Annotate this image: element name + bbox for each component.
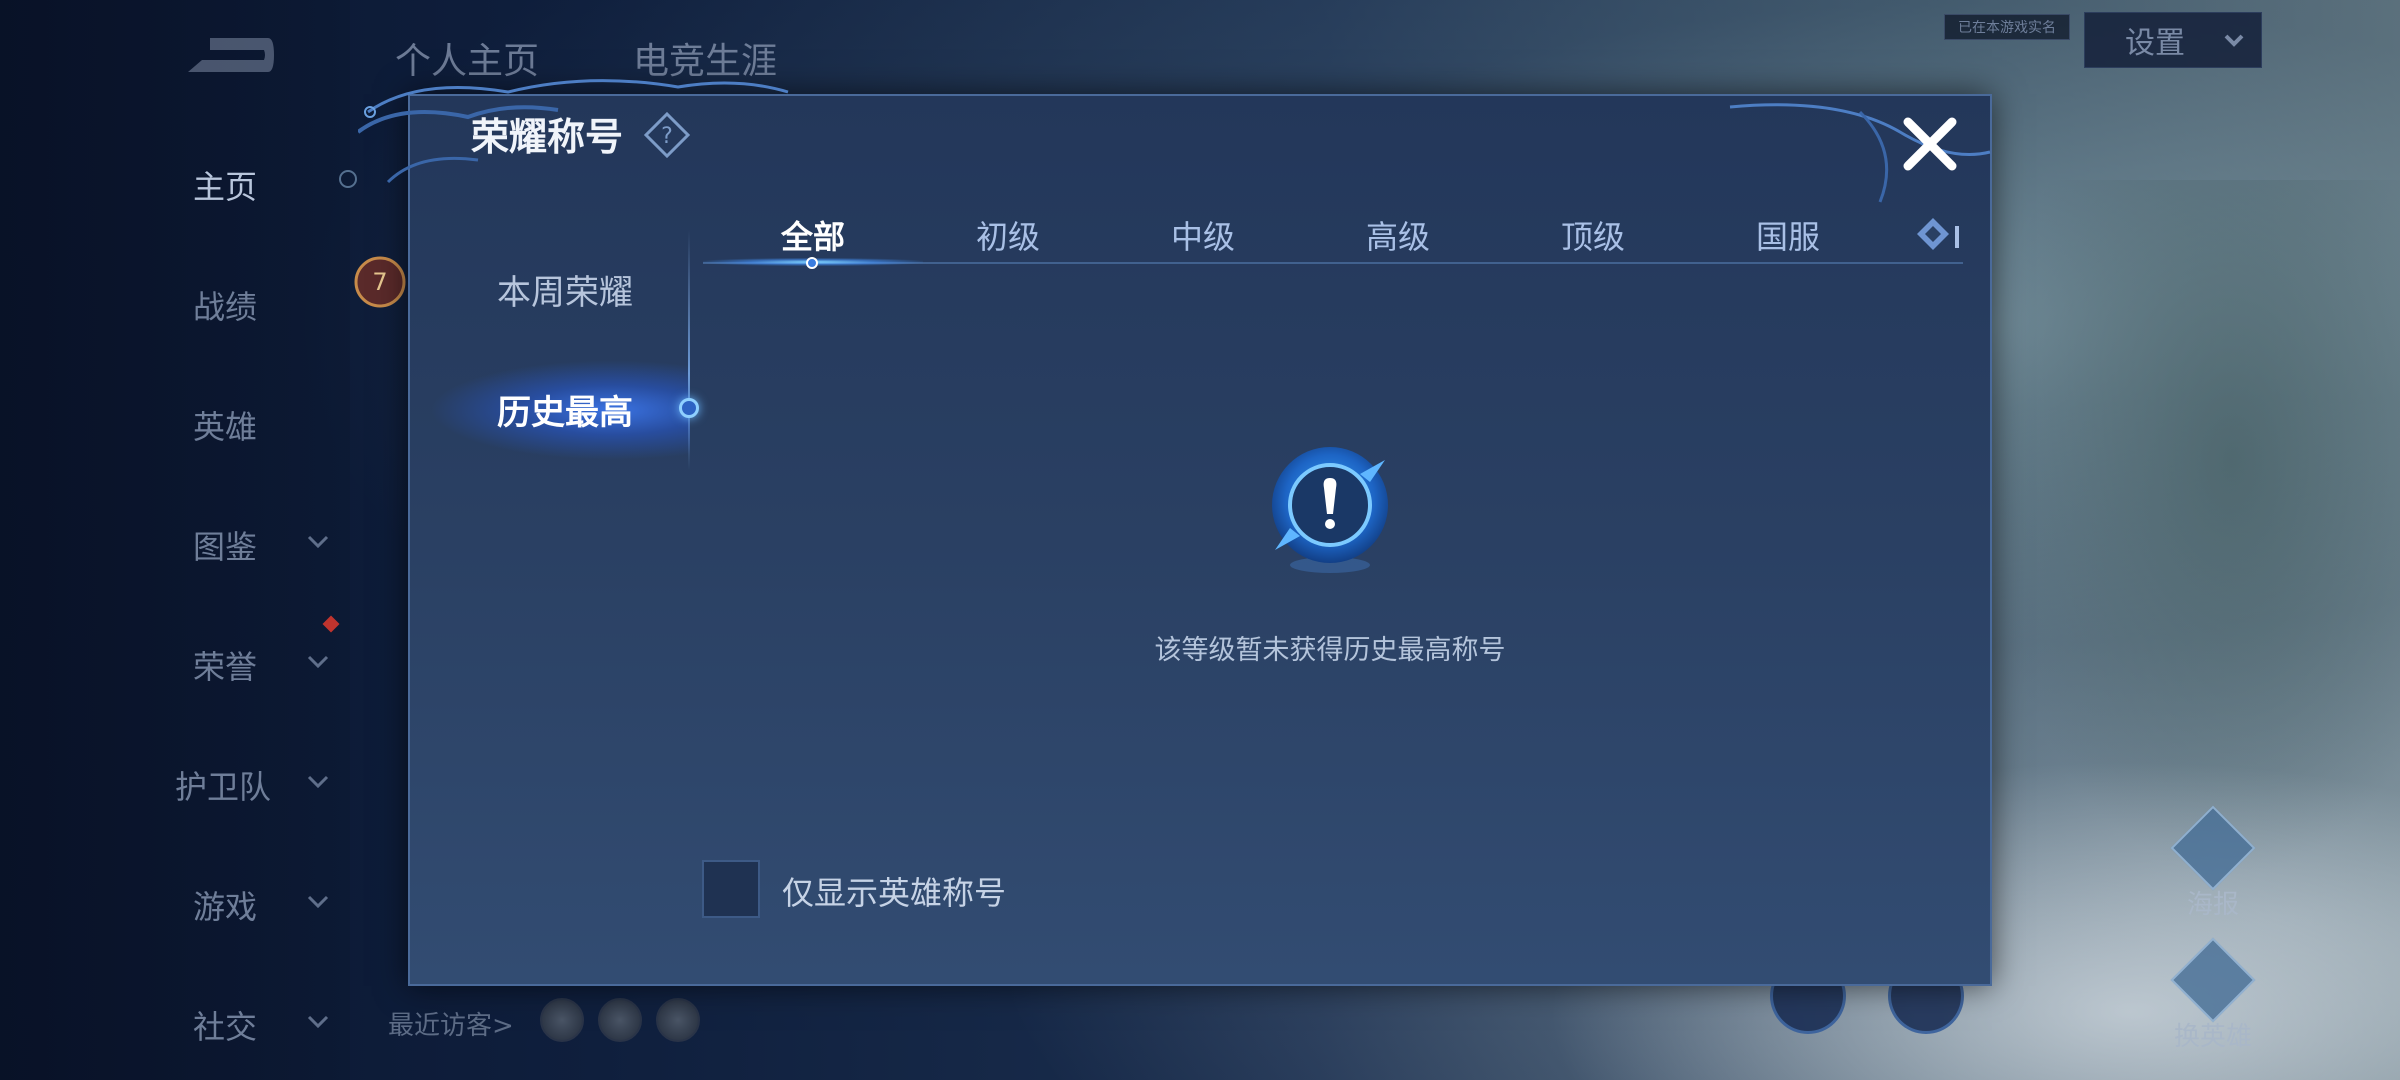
change-hero-button[interactable]: 换英雄 bbox=[2158, 937, 2268, 1053]
sidebar-item-label: 英雄 bbox=[193, 408, 258, 446]
chevron-down-icon bbox=[307, 895, 329, 909]
sidebar-item-label: 社交 bbox=[193, 1008, 258, 1046]
change-hero-label: 换英雄 bbox=[2173, 1022, 2252, 1052]
tab-rank-all[interactable]: 全部 bbox=[733, 212, 893, 258]
sidebar-item-label: 游戏 bbox=[193, 888, 258, 926]
active-tab-marker bbox=[679, 398, 699, 418]
sidebar-item-label: 荣誉 bbox=[193, 648, 258, 686]
tab-history-best[interactable]: 历史最高 bbox=[440, 364, 690, 454]
active-rank-dot bbox=[806, 257, 818, 269]
tab-rank-advanced[interactable]: 高级 bbox=[1318, 212, 1478, 258]
sidebar-item-records[interactable]: 战绩 bbox=[0, 270, 350, 330]
tab-rank-national[interactable]: 国服 bbox=[1708, 212, 1868, 258]
visitor-avatar[interactable] bbox=[656, 998, 700, 1042]
sidebar-item-label: 图鉴 bbox=[193, 528, 258, 566]
change-hero-icon bbox=[2170, 937, 2256, 1023]
tab-rank-top[interactable]: 顶级 bbox=[1513, 212, 1673, 258]
settings-label: 设置 bbox=[2125, 26, 2185, 61]
sidebar-item-label: 战绩 bbox=[193, 288, 258, 326]
sidebar-item-heroes[interactable]: 英雄 bbox=[0, 390, 350, 450]
sidebar-item-collection[interactable]: 图鉴 bbox=[0, 510, 350, 570]
poster-button[interactable]: 海报 bbox=[2158, 805, 2268, 921]
svg-text:?: ? bbox=[661, 124, 673, 149]
chevron-down-icon bbox=[307, 655, 329, 669]
more-tabs-icon[interactable] bbox=[1913, 214, 1963, 254]
realname-verified-tag: 已在本游戏实名 bbox=[1944, 14, 2070, 40]
sidebar-item-game[interactable]: 游戏 bbox=[0, 870, 350, 930]
subtab-divider bbox=[688, 230, 690, 470]
rank-tab-bar: 全部 初级 中级 高级 顶级 国服 bbox=[703, 206, 1963, 266]
tab-rank-beginner[interactable]: 初级 bbox=[928, 212, 1088, 258]
help-icon[interactable]: ? bbox=[644, 112, 690, 158]
chevron-down-icon bbox=[2224, 34, 2244, 47]
empty-state-alert-icon bbox=[1272, 447, 1388, 573]
hero-titles-only-checkbox[interactable] bbox=[702, 860, 760, 918]
level-badge-text: 7 bbox=[372, 268, 387, 296]
checkbox-label[interactable]: 仅显示英雄称号 bbox=[782, 868, 1006, 914]
tab-weekly-honor[interactable]: 本周荣耀 bbox=[440, 244, 690, 334]
chevron-down-icon bbox=[307, 1015, 329, 1029]
tab-rank-intermediate[interactable]: 中级 bbox=[1123, 212, 1283, 258]
chevron-down-icon bbox=[307, 535, 329, 549]
poster-label: 海报 bbox=[2186, 890, 2239, 920]
dialog-title: 荣耀称号 bbox=[471, 115, 624, 159]
settings-button[interactable]: 设置 bbox=[2084, 12, 2262, 68]
empty-state-message: 该等级暂未获得历史最高称号 bbox=[1154, 635, 1506, 666]
sidebar-item-guard[interactable]: 护卫队 bbox=[0, 750, 350, 810]
sidebar-item-label: 主页 bbox=[193, 168, 258, 206]
chevron-down-icon bbox=[307, 775, 329, 789]
close-icon[interactable] bbox=[1900, 114, 1960, 174]
sidebar-item-honor[interactable]: 荣誉 bbox=[0, 630, 350, 690]
visitor-avatar[interactable] bbox=[598, 998, 642, 1042]
sidebar-item-social[interactable]: 社交 bbox=[0, 990, 350, 1050]
back-arrow-icon[interactable] bbox=[180, 30, 275, 80]
sidebar-item-home[interactable]: 主页 bbox=[0, 150, 350, 210]
active-indicator bbox=[339, 170, 357, 188]
visitor-avatar[interactable] bbox=[540, 998, 584, 1042]
sidebar-item-label: 护卫队 bbox=[175, 768, 272, 806]
poster-icon bbox=[2170, 805, 2256, 891]
recent-visitors-link[interactable]: 最近访客> bbox=[388, 1005, 514, 1042]
level-badge-icon: 7 bbox=[354, 256, 406, 308]
